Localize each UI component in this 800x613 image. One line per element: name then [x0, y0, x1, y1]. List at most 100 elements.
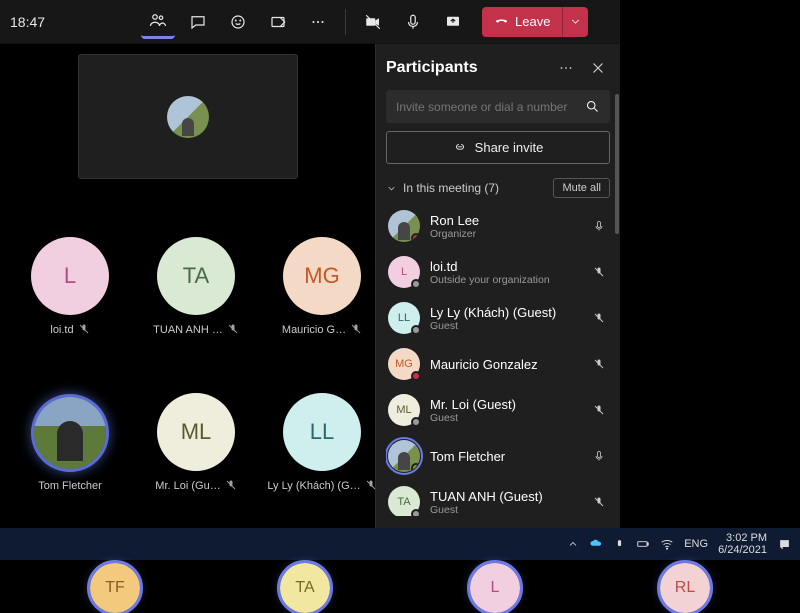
- participant-row[interactable]: TATUAN ANH (Guest)Guest: [386, 480, 610, 516]
- video-stage: Lloi.tdTATUAN ANH …MGMauricio G…Tom Flet…: [0, 44, 375, 528]
- strip-avatar[interactable]: TF: [90, 563, 140, 613]
- rooms-icon[interactable]: [261, 5, 295, 39]
- participant-name: loi.td: [430, 259, 580, 274]
- tile-label: Mr. Loi (Gu…: [155, 479, 236, 494]
- tile-label: Ly Ly (Khách) (G…: [267, 479, 376, 494]
- onedrive-icon[interactable]: [589, 537, 603, 551]
- participant-list: Ron LeeOrganizer Lloi.tdOutside your orga…: [386, 204, 610, 516]
- panel-header: Participants: [386, 56, 610, 80]
- participant-avatar: [388, 210, 420, 242]
- participant-avatar: L: [388, 256, 420, 288]
- chat-icon[interactable]: [181, 5, 215, 39]
- spotlight-tile[interactable]: [78, 54, 298, 179]
- grid-tile[interactable]: LL Ly Ly (Khách) (G…: [262, 368, 382, 518]
- participants-panel: Participants Share invite In this meetin…: [375, 44, 620, 528]
- participant-meta: Mr. Loi (Guest)Guest: [430, 397, 580, 424]
- participant-avatar: ML: [388, 394, 420, 426]
- meeting-toolbar: 18:47 Leave: [0, 0, 620, 44]
- notifications-icon[interactable]: [777, 537, 792, 552]
- tray-language[interactable]: ENG: [684, 538, 708, 550]
- share-screen-icon[interactable]: [436, 5, 470, 39]
- strip-avatar[interactable]: RL: [660, 563, 710, 613]
- presence-dot: [411, 463, 420, 472]
- mic-muted-icon[interactable]: [590, 358, 608, 370]
- tray-chevron-up-icon[interactable]: [567, 538, 579, 550]
- tray-mic-icon[interactable]: [613, 538, 626, 551]
- participant-row[interactable]: Ron LeeOrganizer: [386, 204, 610, 248]
- section-header: In this meeting (7) Mute all: [386, 178, 610, 198]
- tile-label: Mauricio G…: [282, 323, 362, 338]
- wifi-icon[interactable]: [660, 537, 674, 551]
- presence-dot: [411, 509, 421, 516]
- participant-meta: Mauricio Gonzalez: [430, 357, 580, 372]
- participant-meta: TUAN ANH (Guest)Guest: [430, 489, 580, 516]
- tile-avatar: TA: [157, 237, 235, 315]
- mic-muted-icon[interactable]: [590, 266, 608, 278]
- leave-chevron-icon[interactable]: [562, 7, 588, 37]
- participant-row[interactable]: Lloi.tdOutside your organization: [386, 250, 610, 294]
- mic-muted-icon[interactable]: [590, 496, 608, 508]
- invite-search-input[interactable]: [396, 100, 585, 114]
- mute-all-button[interactable]: Mute all: [553, 178, 610, 198]
- grid-tile[interactable]: Tom Fletcher: [10, 368, 130, 518]
- participant-grid: Lloi.td TA TUAN ANH … MGMauricio G… Tom Flet…: [10, 212, 382, 518]
- presence-dot: [411, 417, 421, 427]
- chevron-down-icon[interactable]: [386, 183, 397, 194]
- tile-label: loi.td: [50, 323, 89, 338]
- mic-icon[interactable]: [396, 5, 430, 39]
- presence-dot: [411, 233, 420, 242]
- windows-taskbar[interactable]: ENG 3:02 PM 6/24/2021: [0, 528, 800, 560]
- grid-tile[interactable]: TA TUAN ANH …: [136, 212, 256, 362]
- muted-icon: [350, 323, 362, 338]
- camera-off-icon[interactable]: [356, 5, 390, 39]
- panel-more-icon[interactable]: [554, 56, 578, 80]
- mic-muted-icon[interactable]: [590, 312, 608, 324]
- reactions-icon[interactable]: [221, 5, 255, 39]
- participant-row[interactable]: Tom Fletcher: [386, 434, 610, 478]
- share-invite-label: Share invite: [475, 140, 544, 155]
- close-icon[interactable]: [586, 56, 610, 80]
- battery-icon[interactable]: [636, 537, 650, 551]
- participant-name: Mr. Loi (Guest): [430, 397, 580, 412]
- teams-meeting-window: 18:47 Leave: [0, 0, 620, 528]
- grid-tile[interactable]: MGMauricio G…: [262, 212, 382, 362]
- mic-muted-icon[interactable]: [590, 404, 608, 416]
- muted-icon: [227, 323, 239, 338]
- leave-button[interactable]: Leave: [482, 14, 562, 29]
- grid-tile[interactable]: ML Mr. Loi (Gu…: [136, 368, 256, 518]
- panel-scrollbar[interactable]: [615, 94, 619, 234]
- panel-title: Participants: [386, 59, 546, 77]
- meeting-body: Lloi.td TA TUAN ANH … MGMauricio G… Tom Flet…: [0, 44, 620, 528]
- more-icon[interactable]: [301, 5, 335, 39]
- grid-tile[interactable]: Lloi.td: [10, 212, 130, 362]
- people-icon[interactable]: [141, 5, 175, 39]
- strip-avatar[interactable]: TA: [280, 563, 330, 613]
- participant-name: Mauricio Gonzalez: [430, 357, 580, 372]
- tray-date: 6/24/2021: [718, 544, 767, 556]
- presence-dot: [411, 279, 421, 289]
- presence-dot: [411, 371, 421, 381]
- share-invite-button[interactable]: Share invite: [386, 131, 610, 164]
- participant-row[interactable]: LLLy Ly (Khách) (Guest)Guest: [386, 296, 610, 340]
- tray-clock[interactable]: 3:02 PM 6/24/2021: [718, 532, 767, 556]
- mic-on-icon[interactable]: [590, 450, 608, 462]
- participant-meta: Ron LeeOrganizer: [430, 213, 580, 240]
- participant-meta: Ly Ly (Khách) (Guest)Guest: [430, 305, 580, 332]
- participant-name: Ron Lee: [430, 213, 580, 228]
- meeting-duration: 18:47: [10, 14, 45, 30]
- tile-avatar: ML: [157, 393, 235, 471]
- mic-on-icon[interactable]: [590, 220, 608, 232]
- tile-label: TUAN ANH …: [153, 323, 239, 338]
- invite-search[interactable]: [386, 90, 610, 123]
- toolbar-separator: [345, 9, 346, 35]
- participant-sub: Guest: [430, 320, 580, 332]
- tile-avatar: LL: [283, 393, 361, 471]
- leave-label: Leave: [515, 14, 550, 29]
- participant-row[interactable]: MGMauricio Gonzalez: [386, 342, 610, 386]
- participant-sub: Outside your organization: [430, 274, 580, 286]
- participant-row[interactable]: ML Mr. Loi (Guest)Guest: [386, 388, 610, 432]
- section-label: In this meeting (7): [403, 181, 499, 195]
- spotlight-avatar: [167, 96, 209, 138]
- strip-avatar[interactable]: L: [470, 563, 520, 613]
- participant-name: TUAN ANH (Guest): [430, 489, 580, 504]
